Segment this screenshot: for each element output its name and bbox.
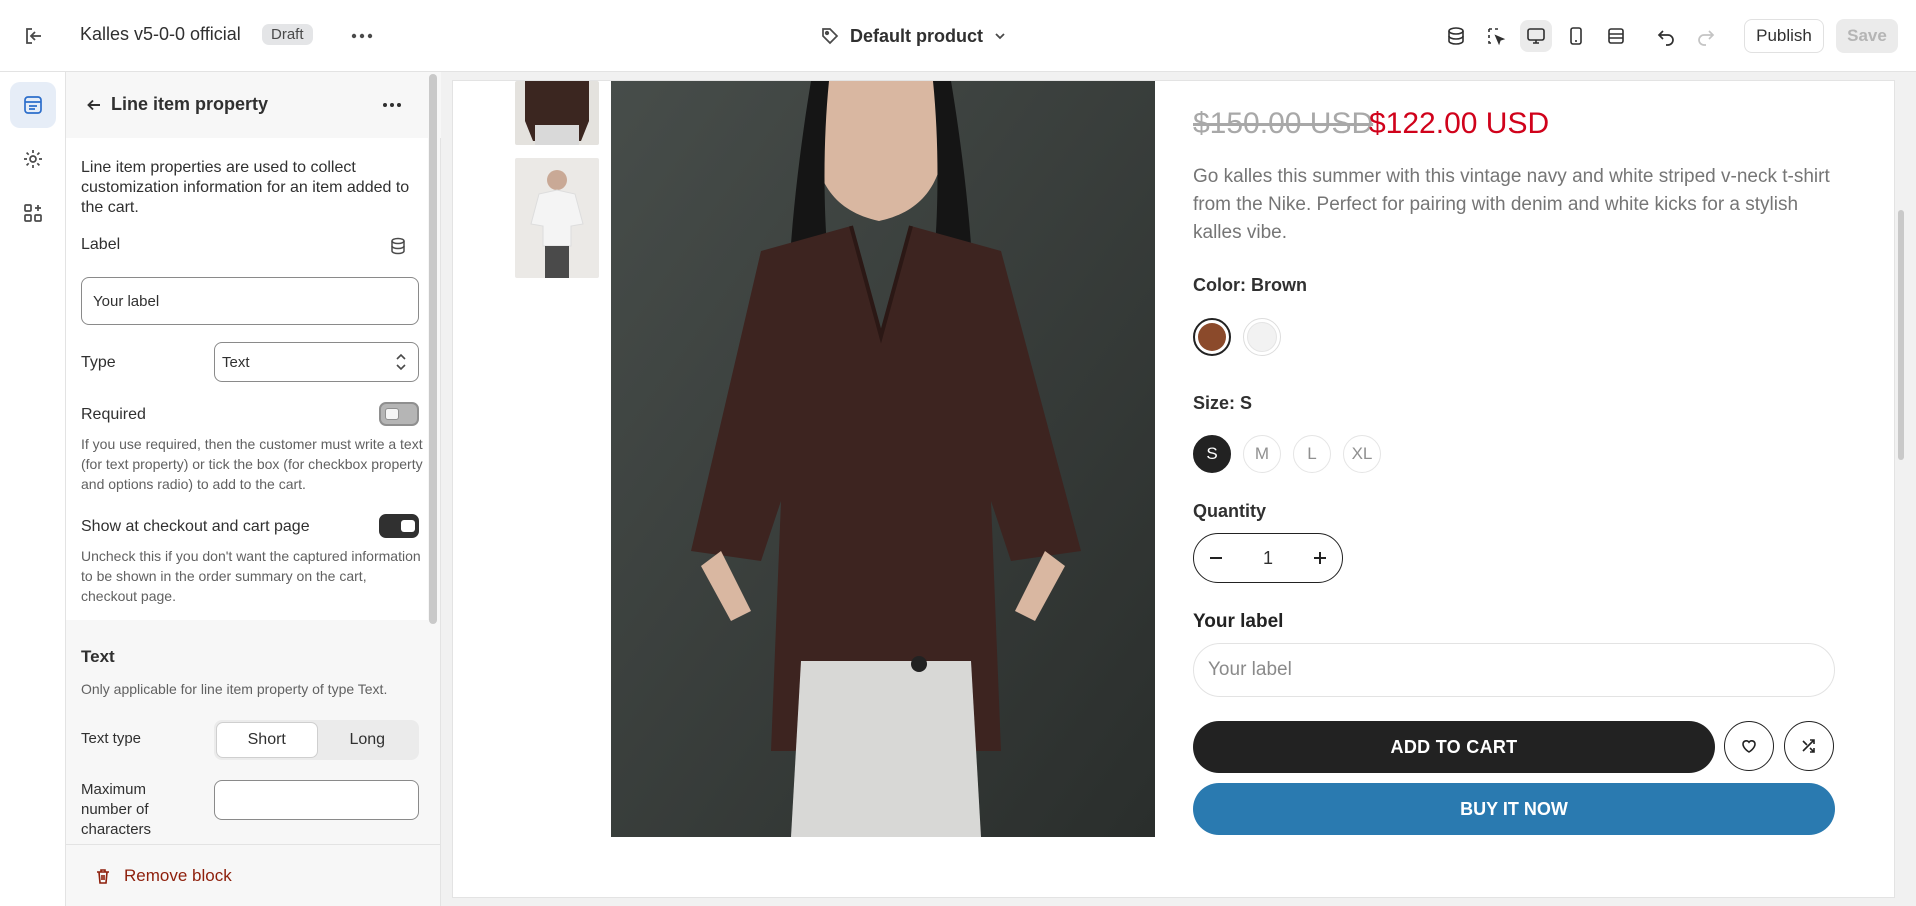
redo-icon[interactable] <box>1690 20 1722 52</box>
property-title: Your label <box>1193 611 1284 632</box>
swatch-fill <box>1198 323 1226 351</box>
panel-header: Line item property <box>66 72 441 138</box>
required-help: If you use required, then the customer m… <box>81 436 423 492</box>
tag-icon <box>822 28 839 45</box>
size-option-xl[interactable]: XL <box>1343 435 1381 473</box>
publish-button[interactable]: Publish <box>1744 19 1824 53</box>
database-icon[interactable] <box>1440 20 1472 52</box>
block-settings-card: Line item properties are used to collect… <box>66 138 428 620</box>
editor-rail <box>0 72 66 906</box>
wishlist-heart-icon[interactable] <box>1724 721 1774 771</box>
text-type-short[interactable]: Short <box>216 722 318 758</box>
label-input[interactable]: Your label <box>81 277 419 325</box>
back-arrow-icon[interactable] <box>80 91 108 119</box>
trash-icon <box>97 868 109 884</box>
type-select[interactable]: Text <box>214 342 419 382</box>
text-type-long[interactable]: Long <box>318 722 418 758</box>
store-name: Kalles v5-0-0 official <box>80 24 241 44</box>
max-chars-input[interactable] <box>214 780 419 820</box>
panel-title: Line item property <box>111 94 269 114</box>
preview-scrollbar[interactable] <box>1898 210 1904 460</box>
property-input[interactable]: Your label <box>1193 643 1835 697</box>
show-checkout-label: Show at checkout and cart page <box>81 518 310 535</box>
color-label: Color: Brown <box>1193 275 1307 295</box>
max-chars-label: Maximum number of characters <box>81 781 152 838</box>
required-toggle[interactable] <box>379 402 419 426</box>
more-options-icon[interactable] <box>348 22 376 50</box>
size-option-l[interactable]: L <box>1293 435 1331 473</box>
swatch-fill <box>1247 322 1277 352</box>
product-thumbnail[interactable] <box>515 158 599 278</box>
text-type-label: Text type <box>81 730 142 747</box>
plus-icon[interactable] <box>1312 550 1328 566</box>
text-type-segmented: Short Long <box>214 720 419 760</box>
text-section-heading: Text <box>81 647 115 666</box>
status-badge: Draft <box>262 24 313 45</box>
product-price: $122.00 USD <box>1369 107 1550 140</box>
view-tools <box>1440 20 1722 52</box>
type-field-label: Type <box>81 354 116 371</box>
type-select-value: Text <box>222 353 250 371</box>
quantity-value[interactable]: 1 <box>1263 548 1273 569</box>
show-checkout-help: Uncheck this if you don't want the captu… <box>81 548 421 604</box>
select-arrows-icon <box>396 353 406 371</box>
size-option-m[interactable]: M <box>1243 435 1281 473</box>
product-description: Go kalles this summer with this vintage … <box>1193 166 1830 243</box>
product-thumbnail[interactable] <box>515 81 599 145</box>
sections-icon[interactable] <box>10 82 56 128</box>
color-swatch-brown[interactable] <box>1193 318 1231 356</box>
block-description: Line item properties are used to collect… <box>81 159 410 216</box>
toggle-knob <box>401 520 415 532</box>
desktop-view-icon[interactable] <box>1520 20 1552 52</box>
panel-scrollbar[interactable] <box>429 74 437 624</box>
inspector-icon[interactable] <box>1480 20 1512 52</box>
template-selector[interactable]: Default product <box>820 20 1007 52</box>
minus-icon[interactable] <box>1208 550 1224 566</box>
fullscreen-view-icon[interactable] <box>1600 20 1632 52</box>
quantity-stepper: 1 <box>1193 533 1343 583</box>
quantity-label: Quantity <box>1193 501 1267 521</box>
line-item-property-block: Your label Your label <box>1174 597 1860 715</box>
size-option-s[interactable]: S <box>1193 435 1231 473</box>
dynamic-source-icon[interactable] <box>388 236 408 261</box>
chevron-down-icon <box>995 33 1005 40</box>
text-section-help: Only applicable for line item property o… <box>81 681 388 697</box>
template-label: Default product <box>850 25 983 46</box>
buy-now-button[interactable]: BUY IT NOW <box>1193 783 1835 835</box>
add-to-cart-button[interactable]: ADD TO CART <box>1193 721 1715 773</box>
remove-block-label: Remove block <box>124 865 232 885</box>
settings-gear-icon[interactable] <box>10 136 56 182</box>
apps-icon[interactable] <box>10 190 56 236</box>
color-swatch-white[interactable] <box>1243 318 1281 356</box>
mobile-view-icon[interactable] <box>1560 20 1592 52</box>
compare-at-price: $150.00 USD <box>1193 107 1374 140</box>
size-label: Size: S <box>1193 393 1253 413</box>
remove-block-button[interactable]: Remove block <box>66 844 441 906</box>
exit-icon[interactable] <box>20 22 48 50</box>
storefront-preview: $150.00 USD $122.00 USD Go kalles this s… <box>452 80 1895 898</box>
block-options-icon[interactable] <box>378 91 406 119</box>
toggle-knob <box>385 408 399 420</box>
compare-shuffle-icon[interactable] <box>1784 721 1834 771</box>
product-main-image[interactable] <box>611 81 1155 837</box>
label-field-label: Label <box>81 236 121 253</box>
show-checkout-toggle[interactable] <box>379 514 419 538</box>
save-button[interactable]: Save <box>1836 19 1898 53</box>
settings-panel: Line item property Line item properties … <box>66 72 441 906</box>
required-label: Required <box>81 406 146 423</box>
editor-topbar: Kalles v5-0-0 official Draft Default pro… <box>0 0 1916 72</box>
undo-icon[interactable] <box>1650 20 1682 52</box>
